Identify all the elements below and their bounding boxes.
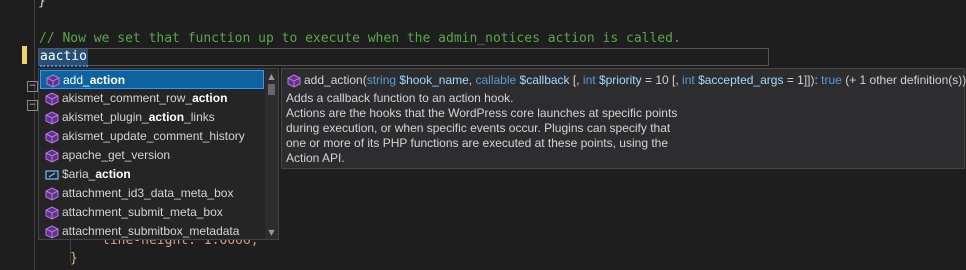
closing-brace-top: } (38, 0, 46, 9)
indent-guide (34, 0, 35, 270)
completion-item-label: attachment_submit_meta_box (62, 205, 223, 219)
param-hook-name: $hook_name (399, 73, 469, 87)
fold-collapse-icon[interactable]: − (27, 100, 38, 111)
scroll-up-icon[interactable]: ▲ (267, 72, 276, 81)
description-line: during execution, or when specific event… (286, 121, 671, 135)
method-cube-icon (45, 111, 59, 125)
default-priority: = 10 [, (644, 73, 679, 87)
quick-info-tooltip: add_action(string $hook_name, callable $… (281, 68, 966, 169)
type-int: int (682, 73, 695, 87)
scroll-down-icon[interactable]: ▼ (267, 228, 276, 237)
fold-collapse-icon[interactable]: − (27, 81, 38, 92)
function-description: Adds a callback function to an action ho… (286, 91, 956, 166)
completion-item-label: akismet_update_comment_history (62, 129, 245, 143)
completion-item-label: attachment_id3_data_meta_box (62, 186, 234, 200)
completion-item[interactable]: akismet_comment_row_action (40, 89, 264, 108)
scrollbar-thumb[interactable] (268, 84, 275, 95)
method-cube-icon (45, 130, 59, 144)
description-line: one or more of its PHP functions are exe… (286, 136, 669, 150)
function-signature: add_action(string $hook_name, callable $… (304, 73, 966, 87)
method-cube-icon (45, 187, 59, 201)
description-line: Actions are the hooks that the WordPress… (286, 106, 678, 120)
completion-item[interactable]: attachment_submit_meta_box (40, 203, 264, 222)
completion-item-label: akismet_plugin_action_links (62, 110, 215, 124)
completion-item[interactable]: attachment_id3_data_meta_box (40, 184, 264, 203)
type-string: string (366, 73, 397, 87)
method-cube-icon (45, 206, 59, 220)
return-type: true (821, 73, 842, 87)
param-priority: $priority (598, 73, 642, 87)
completion-item-label: akismet_comment_row_action (62, 91, 228, 105)
method-cube-icon (46, 74, 60, 88)
completion-scrollbar[interactable]: ▲ ▼ (265, 70, 278, 239)
completion-item[interactable]: akismet_update_comment_history (40, 127, 264, 146)
optional-open: [, (572, 73, 580, 87)
closing-brace: } (70, 251, 78, 266)
completion-item[interactable]: add_action (40, 70, 264, 89)
param-accepted-args: $accepted_args (698, 73, 784, 87)
error-squiggle (40, 63, 88, 67)
current-line-highlight: aactio (38, 48, 769, 67)
completion-item[interactable]: akismet_plugin_action_links (40, 108, 264, 127)
completion-item-label: add_action (63, 73, 126, 87)
description-line: Action API. (286, 151, 345, 165)
completion-item[interactable]: apache_get_version (40, 146, 264, 165)
default-accepted: = 1]]): (786, 73, 818, 87)
function-name: add_action( (304, 73, 367, 87)
completion-item-label: $aria_action (62, 167, 131, 181)
code-comment: // Now we set that function up to execut… (39, 31, 681, 46)
completion-list[interactable]: add_action akismet_comment_row_actionakis… (38, 68, 279, 240)
completion-item[interactable]: $aria_action (40, 165, 264, 184)
method-cube-icon (45, 225, 59, 239)
completion-item-label: attachment_submitbox_metadata (62, 224, 240, 238)
completion-item-label: apache_get_version (62, 148, 171, 162)
type-callable: callable (475, 73, 517, 87)
method-cube-icon (45, 149, 59, 163)
change-marker (22, 46, 27, 64)
overload-count: (+ 1 other definition(s)) (845, 73, 966, 87)
method-cube-icon (287, 74, 301, 88)
type-int: int (582, 73, 596, 87)
completion-item[interactable]: attachment_submitbox_metadata (40, 222, 264, 241)
separator: , (468, 73, 473, 87)
description-line: Adds a callback function to an action ho… (286, 91, 514, 105)
method-cube-icon (45, 92, 59, 106)
param-callback: $callback (519, 73, 570, 87)
variable-icon (45, 170, 59, 180)
